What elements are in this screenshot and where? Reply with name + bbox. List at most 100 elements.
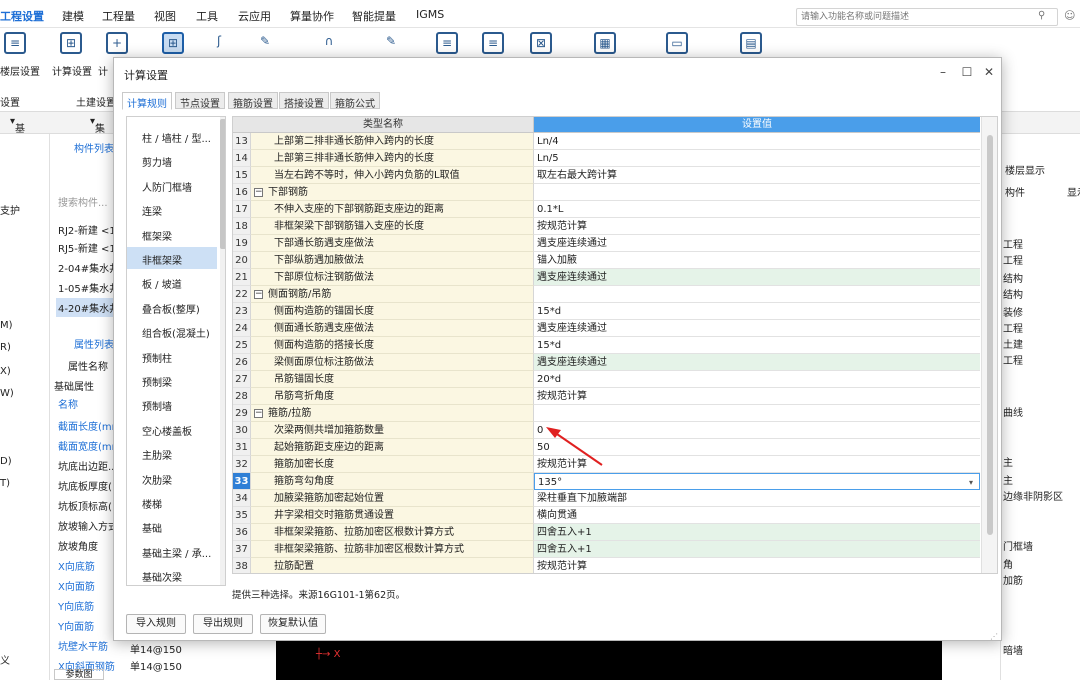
tab-calc-rules[interactable]: 计算规则 (122, 92, 172, 110)
category-item[interactable]: 楼梯 (127, 491, 217, 513)
rule-value[interactable]: 取左右最大跨计算 (534, 167, 980, 184)
grid-row[interactable]: 20 下部纵筋遇加腋做法 锚入加腋 (233, 252, 980, 269)
left-nav-item[interactable]: W) (0, 388, 14, 399)
menu-collab[interactable]: 算量协作 (290, 8, 334, 24)
rule-value[interactable]: 0.1*L (534, 201, 980, 218)
rule-value[interactable]: 遇支座连续通过 (534, 235, 980, 252)
menu-cloud[interactable]: 云应用 (238, 8, 271, 24)
right-item[interactable]: 暗墙 (1003, 642, 1023, 657)
right-item[interactable]: 工程 (1003, 320, 1023, 335)
grid-row[interactable]: 31 起始箍筋距支座边的距离 50 (233, 439, 980, 456)
rule-value[interactable]: 20*d (534, 371, 980, 388)
category-item[interactable]: 次肋梁 (127, 467, 217, 489)
grid-row[interactable]: 26 梁侧面原位标注筋做法 遇支座连续通过 (233, 354, 980, 371)
attribute-group[interactable]: 基础属性 (54, 378, 94, 393)
left-nav-item[interactable]: D) (0, 456, 12, 467)
category-item[interactable]: 基础 (127, 515, 217, 537)
attribute-item[interactable]: X向底筋 (58, 558, 95, 573)
category-item[interactable]: 非框架梁 (127, 247, 217, 269)
resize-grip-icon[interactable]: ⋰ (990, 632, 998, 641)
base-dropdown[interactable]: ▾ 基础 (10, 116, 25, 150)
component-item[interactable]: 2-04#集水井 (58, 260, 119, 275)
right-item[interactable]: 结构 (1003, 286, 1023, 301)
grid-row[interactable]: 29− 箍筋/拉筋 (233, 405, 980, 422)
rule-value[interactable]: 50 (534, 439, 980, 456)
component-item[interactable]: RJ5-新建 <1 (58, 240, 116, 255)
grid-row[interactable]: 28 吊筋弯折角度 按规范计算 (233, 388, 980, 405)
grid-row[interactable]: 14 上部第三排非通长筋伸入跨内的长度 Ln/5 (233, 150, 980, 167)
menu-smart-extract[interactable]: 智能提量 (352, 8, 396, 24)
restore-defaults-button[interactable]: 恢复默认值 (260, 614, 326, 634)
menu-modeling[interactable]: 建模 (62, 8, 84, 24)
pencil-settings-icon[interactable]: ✎ (254, 32, 276, 54)
right-item[interactable]: 加筋 (1003, 572, 1023, 587)
menu-view[interactable]: 视图 (154, 8, 176, 24)
left-nav-item[interactable]: M) (0, 320, 13, 331)
grid-row[interactable]: 15 当左右跨不等时，伸入小跨内负筋的L取值 取左右最大跨计算 (233, 167, 980, 184)
right-item[interactable]: 土建 (1003, 336, 1023, 351)
category-item[interactable]: 预制柱 (127, 345, 217, 367)
menu-quantity[interactable]: 工程量 (102, 8, 135, 24)
category-scroll-thumb[interactable] (220, 119, 225, 249)
category-item[interactable]: 柱 / 墙柱 / 型... (127, 125, 217, 147)
component-item-selected[interactable]: 4-20#集水井 (56, 298, 122, 317)
right-item[interactable]: 结构 (1003, 270, 1023, 285)
component-item[interactable]: 1-05#集水井 (58, 280, 119, 295)
dropdown-arrow-icon[interactable]: ▾ (969, 474, 973, 491)
category-item[interactable]: 预制墙 (127, 393, 217, 415)
category-item[interactable]: 基础主梁 / 承... (127, 540, 217, 562)
minimize-icon[interactable]: – (934, 64, 952, 80)
grid-row[interactable]: 30 次梁两侧共增加箍筋数量 0 (233, 422, 980, 439)
set-dropdown[interactable]: ▾ 集 (90, 116, 105, 135)
document-settings-icon[interactable]: ▭ (666, 32, 688, 54)
rule-value[interactable]: Ln/5 (534, 150, 980, 167)
category-item[interactable]: 连梁 (127, 198, 217, 220)
menu-igms[interactable]: IGMS (416, 8, 444, 21)
grid-row[interactable]: 17 不伸入支座的下部钢筋距支座边的距离 0.1*L (233, 201, 980, 218)
grid-row[interactable]: 27 吊筋锚固长度 20*d (233, 371, 980, 388)
left-nav-item[interactable]: 支护 (0, 202, 20, 217)
category-item[interactable]: 主肋梁 (127, 442, 217, 464)
category-item[interactable]: 剪力墙 (127, 149, 217, 171)
rule-value[interactable]: 按规范计算 (534, 218, 980, 235)
grid-row[interactable]: 18 非框架梁下部钢筋锚入支座的长度 按规范计算 (233, 218, 980, 235)
rebar-hook-icon[interactable]: ʃ (208, 32, 230, 54)
close-icon[interactable]: ✕ (980, 64, 998, 80)
attribute-item[interactable]: 坑壁水平筋 (58, 638, 108, 653)
stirrup-icon[interactable]: ∩ (318, 32, 340, 54)
grid-row[interactable]: 19 下部通长筋遇支座做法 遇支座连续通过 (233, 235, 980, 252)
right-item[interactable]: 曲线 (1003, 404, 1023, 419)
rule-value[interactable]: 135° ▾ (534, 473, 980, 490)
rule-value[interactable]: 0 (534, 422, 980, 439)
grid-row[interactable]: 33 箍筋弯勾角度 135° ▾ (233, 473, 980, 490)
right-item[interactable]: 主 (1003, 454, 1013, 469)
attribute-item[interactable]: Y向底筋 (58, 598, 94, 613)
component-list-title[interactable]: 构件列表 (74, 140, 114, 155)
tab-node-settings[interactable]: 节点设置 (175, 92, 225, 110)
left-nav-item[interactable]: R) (0, 342, 11, 353)
right-item[interactable]: 工程 (1003, 236, 1023, 251)
grid-row[interactable]: 38 拉筋配置 按规范计算 (233, 558, 980, 573)
param-diagram-button[interactable]: 参数图 (54, 669, 104, 680)
grid-scrollbar[interactable] (981, 117, 997, 573)
rule-value[interactable]: 锚入加腋 (534, 252, 980, 269)
rule-value[interactable]: 15*d (534, 337, 980, 354)
tab-lap-settings[interactable]: 搭接设置 (279, 92, 329, 110)
attribute-item[interactable]: 名称 (58, 396, 78, 411)
tab-stirrup-formula[interactable]: 箍筋公式 (330, 92, 380, 110)
grid-row[interactable]: 13 上部第二排非通长筋伸入跨内的长度 Ln/4 (233, 133, 980, 150)
component-search[interactable]: 搜索构件... (58, 194, 108, 209)
category-item[interactable]: 预制梁 (127, 369, 217, 391)
floor-settings-icon[interactable]: ≡ (4, 32, 26, 54)
attribute-item[interactable]: 截面长度(mm (58, 418, 121, 433)
component-item[interactable]: RJ2-新建 <1 (58, 222, 116, 237)
grid-row[interactable]: 21 下部原位标注钢筋做法 遇支座连续通过 (233, 269, 980, 286)
grid-scroll-thumb[interactable] (987, 135, 993, 535)
layout-icon[interactable]: ▦ (594, 32, 616, 54)
collapse-icon[interactable]: − (254, 188, 263, 197)
grid-row[interactable]: 37 非框架梁箍筋、拉筋非加密区根数计算方式 四舍五入+1 (233, 541, 980, 558)
floor-display-tab[interactable]: 楼层显示 (1005, 162, 1045, 177)
rule-value[interactable]: 15*d (534, 303, 980, 320)
menu-tools[interactable]: 工具 (196, 8, 218, 24)
grid-row[interactable]: 16− 下部钢筋 (233, 184, 980, 201)
